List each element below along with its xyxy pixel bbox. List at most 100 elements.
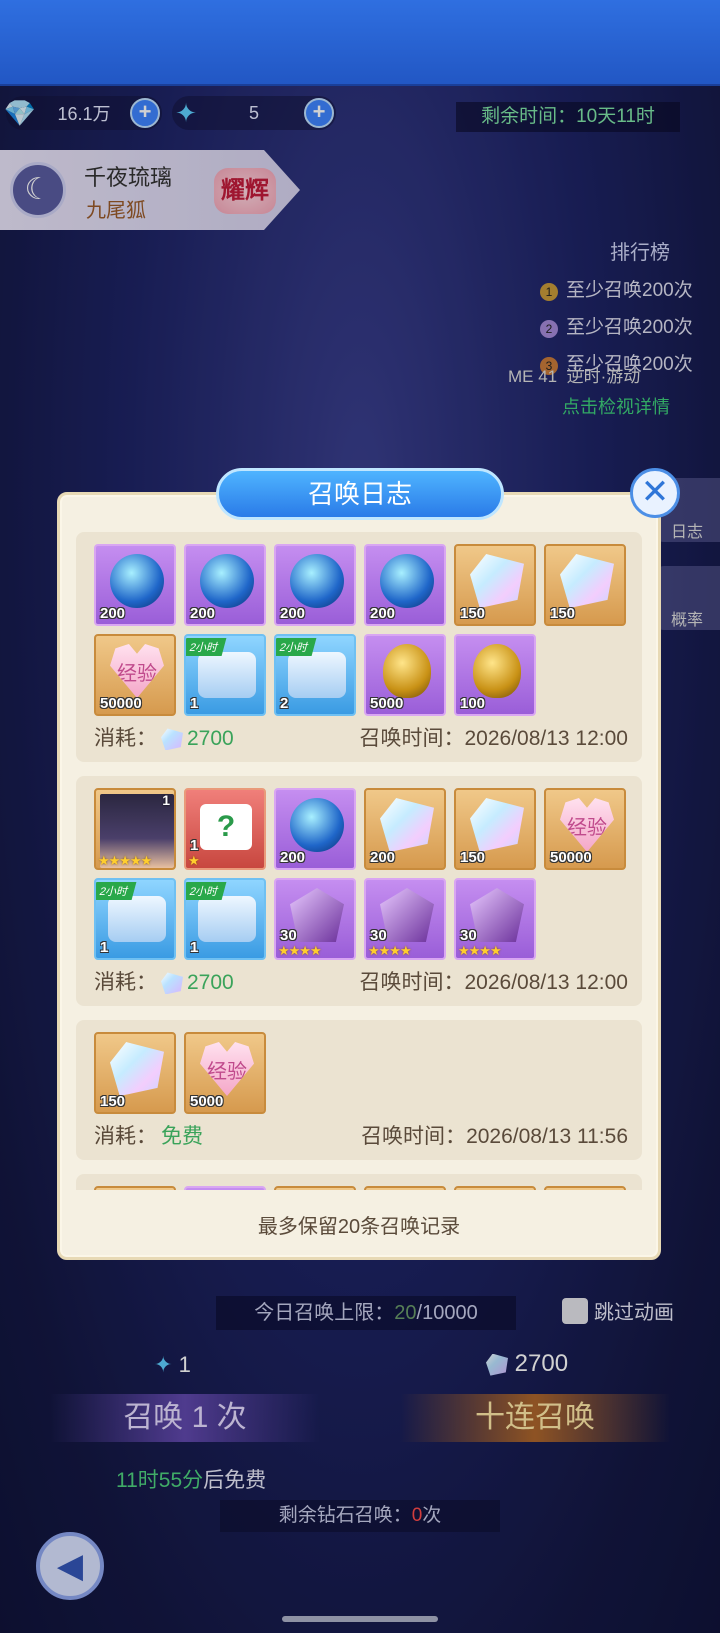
reward-item[interactable]: 5000 [364,634,446,716]
reward-item[interactable] [364,1186,446,1190]
reward-item[interactable]: 经验 5000 [184,1032,266,1114]
reward-item[interactable]: 2小时 1 [94,878,176,960]
shard-icon [470,888,524,942]
daily-limit: 今日召唤上限：20/10000 [216,1296,516,1330]
hero-rarity-badge: 耀辉 [214,168,276,214]
reward-item[interactable]: 150 [454,788,536,870]
star-rating: ★ [188,853,200,868]
free-summon-timer: 11时55分后免费 [116,1469,267,1492]
item-count: 1 [190,695,199,712]
star-rating: ★★★★ [368,943,412,958]
top-header-band [0,0,720,86]
item-count: 5000 [370,695,404,712]
crystal-icon [380,798,434,852]
orb-icon [380,554,434,608]
heart-icon: 经验 [110,644,164,698]
item-count: 30 [370,927,387,944]
crystal-icon [486,1353,508,1376]
crystal-icon [470,798,524,852]
item-count: 200 [280,849,306,866]
item-count: 200 [370,849,396,866]
item-count: 1 [190,837,199,854]
item-count: 150 [460,605,486,622]
add-flame-button[interactable]: + [304,98,334,128]
back-button[interactable]: ◀ [36,1532,104,1600]
reward-item[interactable]: 2小时 1 [184,634,266,716]
skip-animation-toggle[interactable]: 跳过动画 [562,1296,674,1325]
item-count: 30 [280,927,297,944]
reward-item[interactable]: 30 ★★★★ [364,878,446,960]
resource-crystal-value: 16.1万 [57,104,111,124]
ranking-row: 2 至少召唤200次 [540,312,720,339]
reward-item[interactable]: 200 [274,788,356,870]
reward-grid [94,1186,628,1190]
side-tab-info: ME 41 逆时·游动 [508,367,641,386]
probability-side-button[interactable]: 概率 [654,566,720,630]
duration-tag: 2小时 [276,638,317,656]
close-button[interactable]: ✕ [630,468,680,518]
record-time: 召唤时间：2026/08/13 12:00 [359,727,629,750]
checkbox-icon[interactable] [562,1297,588,1324]
reward-item[interactable]: 30 ★★★★ [454,878,536,960]
crystal-icon [161,728,183,751]
item-count: 1 [100,939,109,956]
home-indicator[interactable] [282,1616,438,1622]
reward-item[interactable]: 2小时 1 [184,878,266,960]
reward-item[interactable]: 200 [94,544,176,626]
record-footer: 消耗： 免费 召唤时间：2026/08/13 11:56 [94,1120,628,1150]
reward-item[interactable]: 200 [364,544,446,626]
reward-item[interactable] [544,1186,626,1190]
ten-summon-cost: 2700 [486,1350,568,1378]
resource-flame-value: 5 [248,102,259,123]
item-count: 30 [460,927,477,944]
item-count: 200 [280,605,306,622]
reward-item[interactable] [94,1186,176,1190]
heart-icon: 经验 [560,798,614,852]
reward-item[interactable]: 经验 50000 [544,788,626,870]
orb-icon [110,554,164,608]
hero-tag[interactable]: ☾ 千夜琉璃 九尾狐 耀辉 [0,150,300,230]
star-rating: ★★★★ [458,943,502,958]
reward-item[interactable]: ? 1 ★ [184,788,266,870]
item-count: 1 [190,939,199,956]
item-level: 1 [162,792,170,808]
reward-item[interactable] [184,1186,266,1190]
reward-item[interactable]: 200 [184,544,266,626]
add-crystal-button[interactable]: + [130,98,160,128]
chest-icon [288,652,346,698]
reward-item[interactable]: 150 [454,544,536,626]
hero-title: 九尾狐 [86,200,146,222]
summon-ten-button[interactable]: 十连召唤 [400,1394,670,1442]
star-rating: ★★★★★ [98,853,152,868]
reward-item[interactable]: 30 ★★★★ [274,878,356,960]
orb-icon [200,554,254,608]
reward-item[interactable]: 100 [454,634,536,716]
item-count: 150 [460,849,486,866]
item-count: 50000 [100,695,142,712]
reward-item[interactable] [274,1186,356,1190]
reward-item[interactable]: 200 [364,788,446,870]
view-details-link[interactable]: 点击检视详情 [562,393,670,419]
chest-icon [108,896,166,942]
reward-grid: 1 ★★★★★? 1 ★ 200 200 150 经验 50000 2小时 1 2小时 1 30 ★★★★ 3… [94,788,628,960]
ranking-panel: 排行榜 1 至少召唤200次 2 至少召唤200次 3 至少召唤200次 [540,236,720,376]
record-list[interactable]: 200 200 200 200 150 150 经验 50000 2小时 1 2小时 2 5000 100… [76,532,642,1190]
duration-tag: 2小时 [186,882,227,900]
reward-item[interactable]: 1 ★★★★★ [94,788,176,870]
item-count: 150 [100,1093,126,1110]
egg-icon [473,644,521,698]
egg-icon [383,644,431,698]
single-summon-cost: ✦ 1 [154,1352,191,1377]
reward-item[interactable]: 2小时 2 [274,634,356,716]
summon-once-button[interactable]: 召唤 1 次 [50,1394,320,1442]
reward-item[interactable]: 150 [544,544,626,626]
record-cost: 消耗： 免费 [94,1125,203,1148]
reward-item[interactable]: 200 [274,544,356,626]
reward-item[interactable]: 150 [94,1032,176,1114]
record-limit-note: 最多保留20条召唤记录 [257,1216,461,1238]
item-count: 150 [550,605,576,622]
resource-crystal: 💎 16.1万 + [4,96,162,130]
ranking-row: 1 至少召唤200次 [540,275,720,302]
reward-item[interactable] [454,1186,536,1190]
reward-item[interactable]: 经验 50000 [94,634,176,716]
